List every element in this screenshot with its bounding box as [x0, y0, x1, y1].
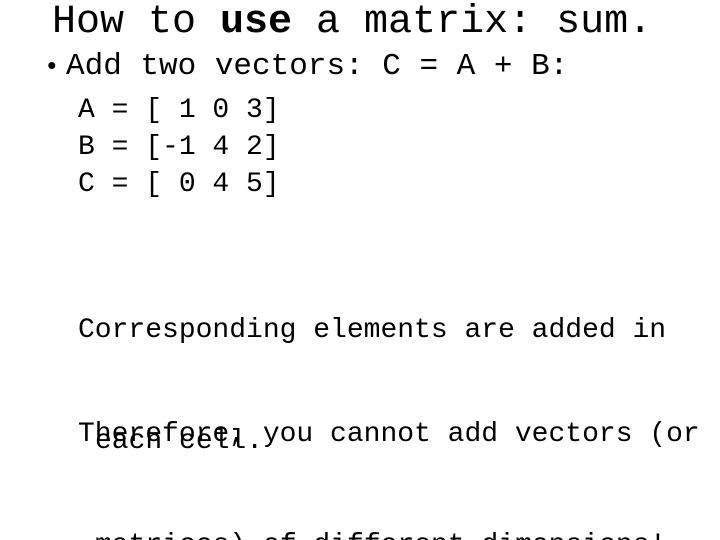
title-part-after: a matrix: sum.	[292, 0, 653, 45]
paragraph-line: matrices) of different dimensions!	[78, 527, 720, 540]
vector-row: B = [-1 4 2]	[78, 132, 280, 163]
vector-row: A = [ 1 0 3]	[78, 95, 280, 126]
bullet-point-icon: •	[44, 52, 60, 82]
slide-canvas: How to use a matrix: sum. • Add two vect…	[0, 0, 720, 540]
paragraph-therefore-dimensions: Therefore, you cannot add vectors (or ma…	[78, 342, 720, 540]
bullet-item-label: Add two vectors: C = A + B:	[66, 49, 569, 84]
title-emphasis-word: use	[220, 0, 293, 45]
bullet-item-add-vectors: • Add two vectors: C = A + B:	[44, 50, 568, 84]
vector-row: C = [ 0 4 5]	[78, 169, 280, 200]
title-part-before: How to	[52, 0, 221, 45]
vector-definitions: A = [ 1 0 3] B = [-1 4 2] C = [ 0 4 5]	[78, 92, 280, 203]
paragraph-line: Therefore, you cannot add vectors (or	[78, 419, 700, 450]
page-title: How to use a matrix: sum.	[52, 2, 652, 44]
